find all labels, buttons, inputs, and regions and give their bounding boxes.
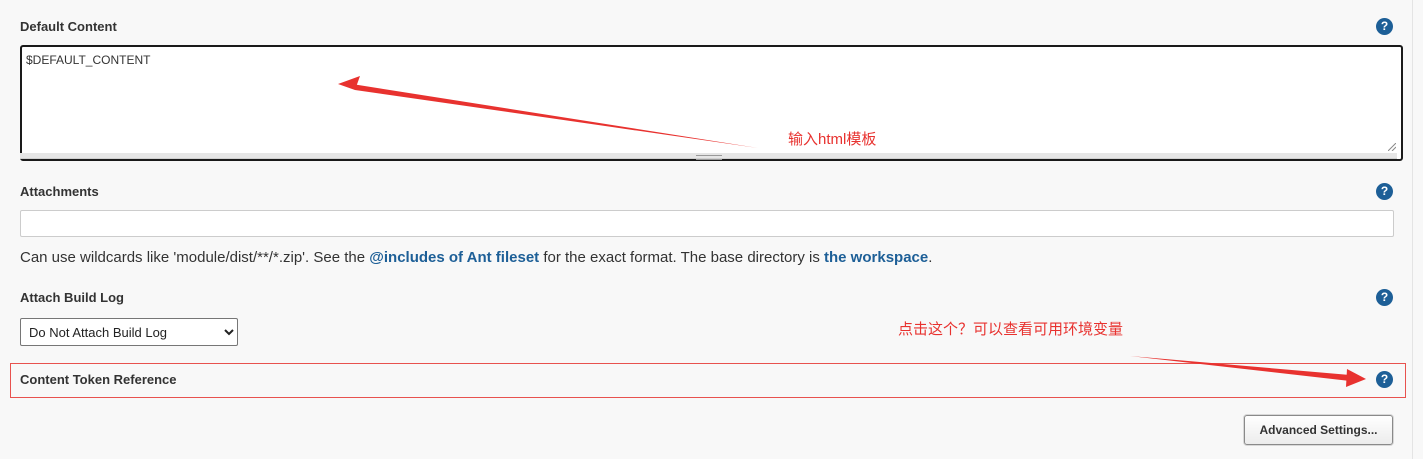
email-config-panel: Default Content ? $DEFAULT_CONTENT Attac… xyxy=(0,0,1423,459)
token-annotation-text: 点击这个？可以查看可用环境变量 xyxy=(898,321,1124,338)
workspace-link[interactable]: the workspace xyxy=(824,249,928,266)
default-content-textarea[interactable]: $DEFAULT_CONTENT xyxy=(20,45,1403,161)
help-text-suffix: . xyxy=(928,249,933,266)
ant-fileset-link[interactable]: @includes of Ant fileset xyxy=(369,249,539,266)
content-token-reference-label: Content Token Reference xyxy=(20,372,177,387)
textarea-resize-icon[interactable] xyxy=(1388,143,1396,151)
advanced-settings-button[interactable]: Advanced Settings... xyxy=(1244,415,1393,445)
content-token-reference-row xyxy=(10,363,1406,398)
default-content-label: Default Content xyxy=(20,19,117,34)
default-content-help-icon[interactable]: ? xyxy=(1376,18,1393,35)
panel-edge xyxy=(1412,0,1423,459)
attach-build-log-select[interactable]: Do Not Attach Build Log xyxy=(20,318,238,346)
attachments-input[interactable] xyxy=(20,210,1394,237)
attachments-help-icon[interactable]: ? xyxy=(1376,183,1393,200)
template-annotation-text: 输入html模板 xyxy=(788,131,877,148)
content-token-reference-help-icon[interactable]: ? xyxy=(1376,371,1393,388)
attachments-label: Attachments xyxy=(20,184,99,199)
help-text-middle: for the exact format. The base directory… xyxy=(539,249,825,266)
attachments-help-text: Can use wildcards like 'module/dist/**/*… xyxy=(20,249,932,266)
help-text-prefix: Can use wildcards like 'module/dist/**/*… xyxy=(20,249,370,266)
attach-build-log-label: Attach Build Log xyxy=(20,290,124,305)
drag-handle-icon[interactable] xyxy=(696,155,722,160)
attach-build-log-help-icon[interactable]: ? xyxy=(1376,289,1393,306)
